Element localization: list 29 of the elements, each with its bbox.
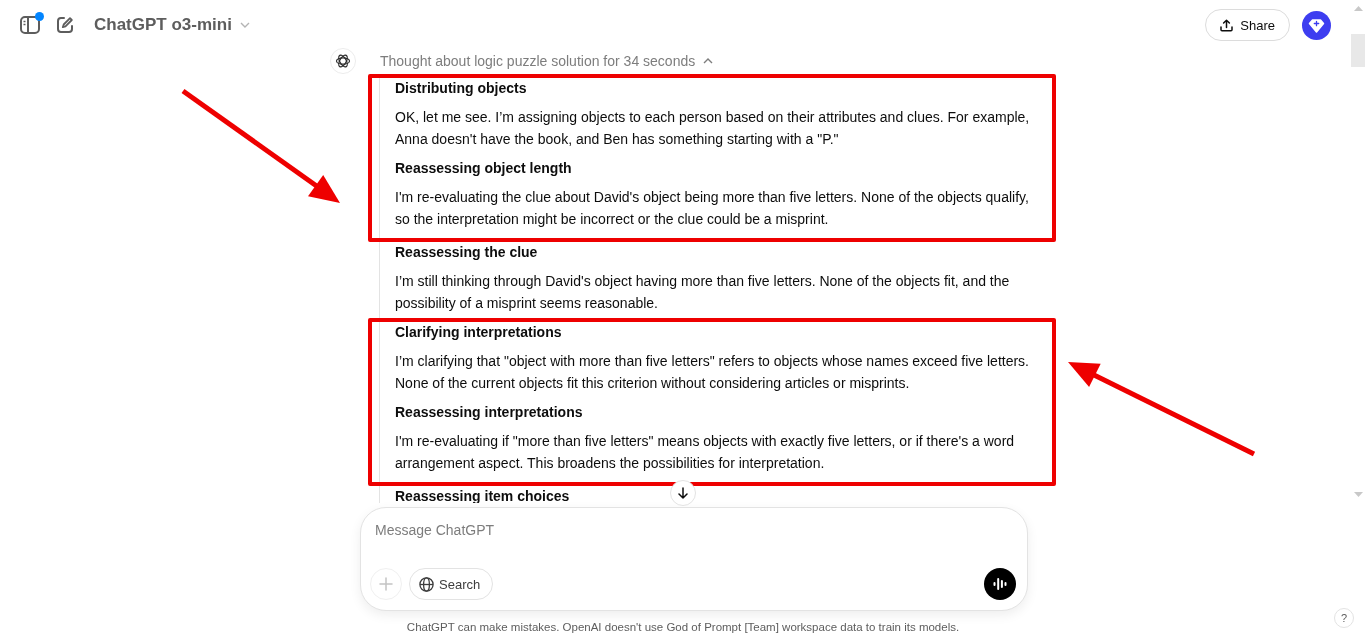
thought-step-text: I’m still thinking through David's object having more than five letters. None of the objects fit, and the possibility of a misprint seems reasonable. [395,272,1011,313]
help-button[interactable]: ? [1334,608,1354,628]
upload-icon [1220,18,1234,32]
thought-summary[interactable]: Thought about logic puzzle solution for 34 seconds [380,53,714,69]
thought-step-title: Reassessing object length [395,159,572,178]
thought-step-title: Reassessing interpretations [395,403,583,422]
voice-button[interactable] [984,568,1016,600]
plus-icon [379,577,393,591]
thought-step-title: Clarifying interpretations [395,323,562,342]
edit-icon[interactable] [56,16,74,34]
logo-icon [330,48,356,74]
share-button[interactable]: Share [1205,9,1290,41]
footer-note: ChatGPT can make mistakes. OpenAI doesn't use God of Prompt [Team] workspace data to train its models. [406,620,960,634]
sidebar-icon[interactable] [20,16,40,34]
arrow-down-icon [678,487,688,499]
search-button[interactable]: Search [409,568,494,600]
thought-step-text: I'm re-evaluating the clue about David's object being more than five letters. None of the objects qualify, so the interpretation might be incorrect or the clue could be a misprint. [395,188,1030,229]
chevron-down-icon [239,22,250,28]
thought-step-text: I’m clarifying that "object with more than five letters" refers to objects whose names exceed five letters. None of the current objects fit this criterion without considering articles or misprints. [395,352,1030,393]
globe-icon [419,576,434,592]
thought-step-title: Reassessing the clue [395,243,538,262]
thought-step-text: OK, let me see. I’m assigning objects to each person based on their attributes and clues. For example, Anna doesn't have the book, and Ben has something starting with a "P." [395,108,1030,149]
thought-step-title: Distributing objects [395,79,527,98]
model-selector[interactable]: ChatGPT o3-mini [94,15,250,35]
scroll-down-button[interactable] [670,480,696,506]
thought-step-text: I'm re-evaluating if "more than five letters" means objects with exactly five letters, or if there's a word arrangement aspect. This broadens the possibilities for interpretation. [395,432,1016,473]
waveform-icon [993,577,1007,591]
thought-step-title: Reassessing item choices [395,487,570,503]
message-input[interactable]: Message ChatGPT [375,520,1016,540]
